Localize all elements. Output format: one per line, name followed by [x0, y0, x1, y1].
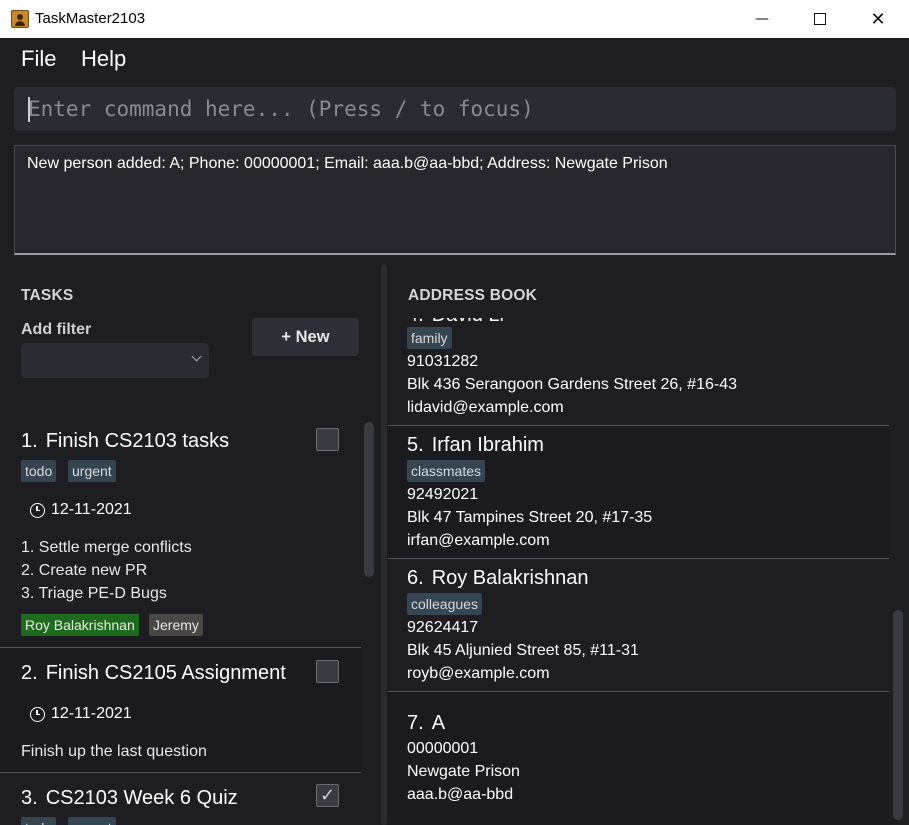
- task-title: 2. Finish CS2105 Assignment: [21, 662, 286, 685]
- task-card[interactable]: 2. Finish CS2105 Assignment 12-11-2021 Fi…: [0, 648, 361, 773]
- person-list[interactable]: 4. David Li family 91031282 Blk 436 Seran…: [388, 318, 891, 825]
- task-tag: urgent: [68, 460, 116, 482]
- task-title-text: CS2103 Week 6 Quiz: [45, 787, 238, 809]
- split-divider-handle[interactable]: [381, 264, 387, 825]
- task-card[interactable]: 3. CS2103 Week 6 Quiz ✓ todo urgent: [0, 773, 361, 825]
- person-email: lidavid@example.com: [407, 399, 564, 416]
- new-task-button[interactable]: + New: [252, 318, 359, 356]
- person-tag: family: [407, 327, 452, 349]
- person-name-text: A: [431, 712, 446, 734]
- person-address: Blk 47 Tampines Street 20, #17-35: [407, 509, 653, 526]
- command-box: [14, 87, 896, 131]
- person-card[interactable]: 5. Irfan Ibrahim classmates 92492021 Blk …: [388, 426, 889, 559]
- task-date-text: 12-11-2021: [51, 501, 132, 518]
- person-phone: 91031282: [407, 353, 479, 370]
- task-tag: urgent: [68, 817, 116, 825]
- person-card[interactable]: 7. A 00000001 Newgate Prison aaa.b@aa-bbd: [388, 692, 889, 825]
- person-phone: 00000001: [407, 740, 479, 757]
- person-phone: 92624417: [407, 619, 479, 636]
- command-input[interactable]: [14, 87, 896, 131]
- person-email: royb@example.com: [407, 665, 550, 682]
- person-name-text: Roy Balakrishnan: [431, 567, 589, 589]
- close-button[interactable]: ✕: [849, 0, 907, 38]
- person-name: 7. A: [407, 712, 445, 735]
- task-description-line: 1. Settle merge conflicts: [21, 539, 192, 556]
- filter-label: Add filter: [21, 321, 92, 338]
- minimize-button[interactable]: —: [733, 0, 791, 38]
- task-title: 1. Finish CS2103 tasks: [21, 430, 229, 453]
- person-address: Blk 436 Serangoon Gardens Street 26, #16…: [407, 376, 737, 393]
- app-icon: [11, 10, 29, 28]
- person-email: aaa.b@aa-bbd: [407, 786, 514, 803]
- task-done-checkbox[interactable]: [316, 660, 339, 683]
- menu-help[interactable]: Help: [81, 46, 126, 72]
- clock-icon: [30, 502, 45, 518]
- person-tag: colleagues: [407, 593, 482, 615]
- task-card[interactable]: 1. Finish CS2103 tasks todo urgent 12-11-…: [0, 417, 361, 648]
- menu-bar: File Help: [0, 38, 909, 82]
- result-display: New person added: A; Phone: 00000001; Em…: [14, 145, 896, 255]
- title-bar: TaskMaster2103 — ✕: [0, 0, 909, 38]
- person-tag: classmates: [407, 460, 486, 482]
- task-index: 3.: [21, 787, 38, 809]
- task-index: 1.: [21, 430, 38, 452]
- person-index: 7.: [407, 712, 424, 734]
- person-list-scrollbar[interactable]: [893, 610, 903, 820]
- person-name-text: David Li: [432, 318, 504, 326]
- task-date-text: 12-11-2021: [51, 705, 132, 722]
- task-index: 2.: [21, 662, 38, 684]
- text-cursor: [28, 97, 30, 122]
- task-tag: todo: [21, 817, 57, 825]
- person-index: 5.: [407, 434, 424, 456]
- close-icon: ✕: [870, 8, 886, 30]
- person-name: 4. David Li: [407, 318, 504, 327]
- task-title-text: Finish CS2105 Assignment: [45, 662, 286, 684]
- person-name: 5. Irfan Ibrahim: [407, 434, 544, 457]
- task-description-line: Finish up the last question: [21, 743, 207, 760]
- task-list-scrollbar[interactable]: [364, 422, 374, 577]
- task-list[interactable]: 1. Finish CS2103 tasks todo urgent 12-11-…: [0, 417, 361, 825]
- person-name: 6. Roy Balakrishnan: [407, 567, 588, 590]
- check-icon: ✓: [319, 785, 336, 806]
- person-email: irfan@example.com: [407, 532, 550, 549]
- tasks-heading: TASKS: [21, 287, 74, 304]
- person-address: Blk 45 Aljunied Street 85, #11-31: [407, 642, 639, 659]
- address-book-heading: ADDRESS BOOK: [408, 287, 537, 304]
- task-date: 12-11-2021: [30, 501, 132, 519]
- minimize-icon: —: [755, 11, 769, 27]
- task-done-checkbox[interactable]: [316, 428, 339, 451]
- task-person-tag: Jeremy: [149, 614, 203, 636]
- maximize-button[interactable]: [791, 0, 849, 38]
- task-tag: todo: [21, 460, 57, 482]
- menu-file[interactable]: File: [21, 46, 56, 72]
- tasks-panel: TASKS Add filter + New 1. Finish CS2103 t…: [0, 262, 381, 825]
- person-card[interactable]: 4. David Li family 91031282 Blk 436 Seran…: [388, 318, 889, 426]
- person-card[interactable]: 6. Roy Balakrishnan colleagues 92624417 B…: [388, 559, 889, 692]
- address-book-panel: ADDRESS BOOK 4. David Li family 91031282 …: [388, 262, 909, 825]
- chevron-down-icon: [191, 351, 202, 362]
- task-description-line: 2. Create new PR: [21, 562, 148, 579]
- person-name-text: Irfan Ibrahim: [431, 434, 544, 456]
- task-title-text: Finish CS2103 tasks: [45, 430, 230, 452]
- person-phone: 92492021: [407, 486, 479, 503]
- maximize-icon: [814, 13, 826, 25]
- person-index: 4.: [407, 318, 424, 326]
- window-title: TaskMaster2103: [35, 10, 146, 27]
- filter-dropdown[interactable]: [21, 343, 209, 378]
- person-index: 6.: [407, 567, 424, 589]
- task-person-tag: Roy Balakrishnan: [21, 614, 139, 636]
- person-address: Newgate Prison: [407, 763, 520, 780]
- task-description-line: 3. Triage PE-D Bugs: [21, 585, 167, 602]
- result-text: New person added: A; Phone: 00000001; Em…: [27, 155, 668, 172]
- clock-icon: [30, 706, 45, 722]
- task-done-checkbox[interactable]: ✓: [316, 784, 339, 807]
- task-title: 3. CS2103 Week 6 Quiz: [21, 787, 238, 810]
- task-date: 12-11-2021: [30, 705, 132, 723]
